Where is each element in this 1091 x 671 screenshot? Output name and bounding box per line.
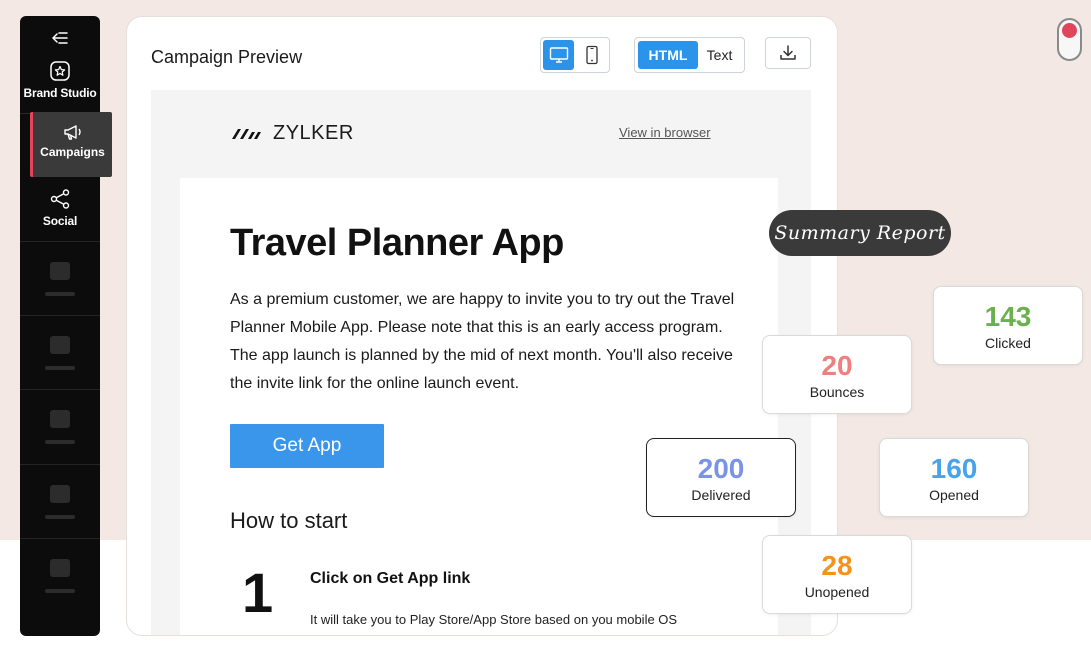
sidebar-item-social[interactable]: Social bbox=[20, 188, 100, 228]
view-in-browser-link[interactable]: View in browser bbox=[619, 125, 711, 140]
stat-card-delivered: 200 Delivered bbox=[646, 438, 796, 517]
desktop-view-button[interactable] bbox=[543, 40, 574, 70]
brand-studio-icon bbox=[50, 61, 70, 81]
stat-value: 160 bbox=[930, 452, 978, 484]
mobile-view-button[interactable] bbox=[576, 40, 607, 70]
page-title: Campaign Preview bbox=[151, 47, 303, 67]
email-paragraph: As a premium customer, we are happy to i… bbox=[230, 291, 735, 392]
format-toggle: HTML Text bbox=[634, 37, 745, 73]
step-title: Click on Get App link bbox=[310, 570, 471, 587]
stat-card-bounces: 20 Bounces bbox=[762, 335, 912, 414]
sidebar: Brand Studio Social bbox=[20, 16, 100, 636]
step-number: 1 bbox=[242, 561, 274, 624]
sidebar-item-label: Brand Studio bbox=[23, 86, 97, 100]
email-preview: ZYLKER View in browser Travel Planner Ap… bbox=[151, 90, 811, 635]
sidebar-placeholder-item bbox=[20, 389, 100, 463]
get-app-button[interactable]: Get App bbox=[230, 424, 384, 468]
device-toggle bbox=[540, 37, 610, 73]
desktop-icon bbox=[549, 47, 568, 63]
campaign-preview-card: Campaign Preview HTML Text ZYLKER View i… bbox=[126, 16, 838, 636]
collapse-arrow-icon bbox=[52, 32, 68, 44]
stat-value: 28 bbox=[821, 549, 853, 581]
record-indicator-icon bbox=[1062, 23, 1077, 38]
email-heading: Travel Planner App bbox=[230, 222, 564, 264]
stat-label: Bounces bbox=[809, 383, 865, 400]
mobile-icon bbox=[585, 45, 598, 65]
step-description: It will take you to Play Store/App Store… bbox=[310, 612, 678, 627]
sidebar-placeholder-item bbox=[20, 464, 100, 538]
stat-card-unopened: 28 Unopened bbox=[762, 535, 912, 614]
collapse-sidebar-button[interactable] bbox=[20, 24, 100, 52]
megaphone-icon bbox=[63, 125, 81, 140]
sidebar-item-label: Campaigns bbox=[40, 145, 105, 159]
stat-card-clicked: 143 Clicked bbox=[933, 286, 1083, 365]
zylker-logo-icon bbox=[232, 128, 261, 139]
sidebar-item-label: Social bbox=[42, 214, 78, 228]
stat-label: Delivered bbox=[691, 486, 751, 503]
sidebar-item-campaigns[interactable]: Campaigns bbox=[30, 112, 112, 177]
stat-label: Clicked bbox=[985, 334, 1031, 351]
how-to-start-heading: How to start bbox=[230, 508, 348, 533]
download-button[interactable] bbox=[765, 37, 811, 69]
stat-label: Opened bbox=[929, 486, 979, 503]
download-icon bbox=[780, 45, 796, 60]
stat-value: 20 bbox=[821, 349, 853, 381]
brand-logo: ZYLKER bbox=[231, 122, 354, 145]
sidebar-placeholder-item bbox=[20, 315, 100, 389]
text-format-button[interactable]: Text bbox=[698, 41, 741, 69]
stat-value: 200 bbox=[697, 452, 745, 484]
html-format-button[interactable]: HTML bbox=[638, 41, 698, 69]
sidebar-placeholder-item bbox=[20, 241, 100, 315]
stat-card-opened: 160 Opened bbox=[879, 438, 1029, 517]
share-icon bbox=[50, 189, 70, 209]
brand-name: ZYLKER bbox=[273, 122, 354, 144]
stat-value: 143 bbox=[984, 300, 1032, 332]
summary-report-badge[interactable]: Summary Report bbox=[769, 210, 951, 256]
sidebar-placeholder-item bbox=[20, 538, 100, 612]
record-toggle[interactable] bbox=[1057, 18, 1082, 61]
sidebar-item-brand-studio[interactable]: Brand Studio bbox=[20, 60, 100, 100]
email-body: Travel Planner App As a premium customer… bbox=[180, 178, 778, 635]
stat-label: Unopened bbox=[804, 583, 870, 600]
